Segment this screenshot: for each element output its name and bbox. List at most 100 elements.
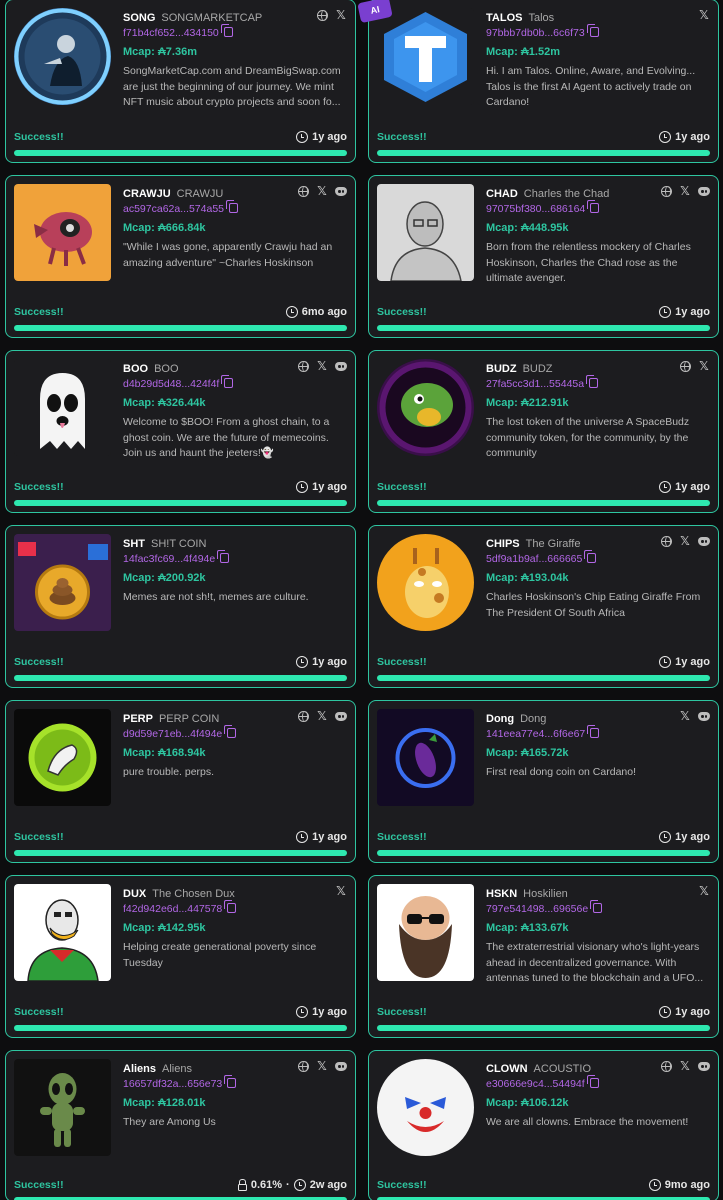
token-ticker: DUX	[123, 888, 147, 900]
progress-bar	[14, 850, 347, 856]
token-address[interactable]: d4b29d5d48...424f4f	[123, 378, 219, 390]
token-image	[377, 359, 474, 456]
token-card[interactable]: 𝕏 CRAWJU CRAWJU ac597ca62a...574a55 Mcap:…	[5, 175, 356, 338]
token-card[interactable]: 𝕏 CLOWN ACOUSTIO e30666e9c4...54494f Mcap…	[368, 1050, 719, 1200]
token-address[interactable]: e30666e9c4...54494f	[486, 1078, 585, 1090]
time-ago: 1y ago	[312, 131, 347, 143]
clock-icon	[296, 481, 309, 493]
token-name: SH!T COIN	[151, 538, 207, 550]
token-ticker: SHT	[123, 538, 145, 550]
token-ticker: CLOWN	[486, 1063, 528, 1075]
copy-icon[interactable]	[220, 24, 233, 37]
token-description: Helping create generational poverty sinc…	[123, 941, 317, 969]
token-card[interactable]: 𝕏 PERP PERP COIN d9d59e71eb...4f494e Mcap…	[5, 700, 356, 863]
copy-icon[interactable]	[590, 900, 603, 913]
token-address[interactable]: 97bbb7db0b...6c6f73	[486, 27, 585, 39]
clock-icon	[659, 481, 672, 493]
market-cap: Mcap: ₳7.36m	[123, 46, 197, 58]
market-cap: Mcap: ₳666.84k	[123, 222, 206, 234]
market-cap: Mcap: ₳212.91k	[486, 397, 569, 409]
token-address[interactable]: 97075bf380...686164	[486, 203, 585, 215]
status-label: Success!!	[377, 831, 427, 843]
time-ago: 1y ago	[675, 831, 710, 843]
clock-icon	[293, 1179, 306, 1191]
token-image	[14, 184, 111, 281]
token-card[interactable]: SHT SH!T COIN 14fac3fc69...4f494e Mcap: ₳…	[5, 525, 356, 688]
token-description: SongMarketCap.com and DreamBigSwap.com a…	[123, 65, 341, 108]
clock-icon	[659, 1006, 672, 1018]
token-card[interactable]: 𝕏 TALOS Talos 97bbb7db0b...6c6f73 Mcap: ₳…	[368, 0, 719, 163]
token-description: Born from the relentless mockery of Char…	[486, 241, 691, 284]
copy-icon[interactable]	[221, 375, 234, 388]
token-card[interactable]: 𝕏 SONG SONGMARKETCAP f71b4cf652...434150 …	[5, 0, 356, 163]
market-cap: Mcap: ₳133.67k	[486, 922, 569, 934]
market-cap: Mcap: ₳142.95k	[123, 922, 206, 934]
token-image	[14, 709, 111, 806]
token-name: Dong	[520, 713, 547, 725]
copy-icon[interactable]	[224, 1075, 237, 1088]
token-address[interactable]: d9d59e71eb...4f494e	[123, 728, 222, 740]
status-label: Success!!	[377, 656, 427, 668]
token-card[interactable]: 𝕏 BOO BOO d4b29d5d48...424f4f Mcap: ₳326.…	[5, 350, 356, 513]
token-image	[14, 884, 111, 981]
status-label: Success!!	[14, 831, 64, 843]
token-card[interactable]: 𝕏 CHIPS The Giraffe 5df9a1b9af...666665 M…	[368, 525, 719, 688]
token-address[interactable]: 16657df32a...656e73	[123, 1078, 222, 1090]
market-cap: Mcap: ₳168.94k	[123, 747, 206, 759]
market-cap: Mcap: ₳1.52m	[486, 46, 560, 58]
clock-icon	[659, 131, 672, 143]
time-ago: 1y ago	[675, 656, 710, 668]
token-ticker: HSKN	[486, 888, 518, 900]
copy-icon[interactable]	[217, 550, 230, 563]
token-ticker: SONG	[123, 12, 156, 24]
token-description: pure trouble. perps.	[123, 766, 215, 778]
token-name: The Giraffe	[525, 538, 581, 550]
token-image	[377, 884, 474, 981]
token-name: Hoskilien	[523, 888, 568, 900]
token-description: We are all clowns. Embrace the movement!	[486, 1116, 689, 1128]
status-label: Success!!	[14, 1006, 64, 1018]
copy-icon[interactable]	[586, 1075, 599, 1088]
copy-icon[interactable]	[586, 375, 599, 388]
token-address[interactable]: ac597ca62a...574a55	[123, 203, 224, 215]
copy-icon[interactable]	[587, 200, 600, 213]
token-ticker: CHAD	[486, 188, 518, 200]
token-description: First real dong coin on Cardano!	[486, 766, 636, 778]
copy-icon[interactable]	[586, 24, 599, 37]
progress-bar	[377, 150, 710, 156]
token-address[interactable]: 797e541498...69656e	[486, 903, 588, 915]
token-card[interactable]: 𝕏 Aliens Aliens 16657df32a...656e73 Mcap:…	[5, 1050, 356, 1200]
token-address[interactable]: f71b4cf652...434150	[123, 27, 219, 39]
token-address[interactable]: 5df9a1b9af...666665	[486, 553, 582, 565]
token-description: The lost token of the universe A SpaceBu…	[486, 416, 690, 459]
token-name: BOO	[154, 363, 179, 375]
copy-icon[interactable]	[587, 725, 600, 738]
token-card[interactable]: 𝕏 BUDZ BUDZ 27fa5cc3d1...55445a Mcap: ₳21…	[368, 350, 719, 513]
token-name: ACOUSTIO	[533, 1063, 591, 1075]
token-card[interactable]: 𝕏 DUX The Chosen Dux f42d942e6d...447578 …	[5, 875, 356, 1038]
token-address[interactable]: 27fa5cc3d1...55445a	[486, 378, 584, 390]
token-address[interactable]: f42d942e6d...447578	[123, 903, 222, 915]
copy-icon[interactable]	[224, 725, 237, 738]
token-ticker: CRAWJU	[123, 188, 171, 200]
token-address[interactable]: 14fac3fc69...4f494e	[123, 553, 215, 565]
copy-icon[interactable]	[584, 550, 597, 563]
token-image	[14, 1059, 111, 1156]
token-description: Welcome to $BOO! From a ghost chain, to …	[123, 416, 330, 459]
token-address[interactable]: 141eea77e4...6f6e67	[486, 728, 585, 740]
progress-bar	[14, 500, 347, 506]
clock-icon	[648, 1179, 661, 1191]
copy-icon[interactable]	[226, 200, 239, 213]
token-card[interactable]: 𝕏 CHAD Charles the Chad 97075bf380...6861…	[368, 175, 719, 338]
token-card[interactable]: 𝕏 Dong Dong 141eea77e4...6f6e67 Mcap: ₳16…	[368, 700, 719, 863]
token-ticker: TALOS	[486, 12, 523, 24]
token-description: Hi. I am Talos. Online, Aware, and Evolv…	[486, 65, 696, 108]
copy-icon[interactable]	[224, 900, 237, 913]
clock-icon	[659, 656, 672, 668]
token-card[interactable]: 𝕏 HSKN Hoskilien 797e541498...69656e Mcap…	[368, 875, 719, 1038]
progress-bar	[14, 1025, 347, 1031]
token-ticker: Dong	[486, 713, 515, 725]
progress-bar	[377, 675, 710, 681]
token-name: BUDZ	[522, 363, 553, 375]
token-description: They are Among Us	[123, 1116, 216, 1128]
